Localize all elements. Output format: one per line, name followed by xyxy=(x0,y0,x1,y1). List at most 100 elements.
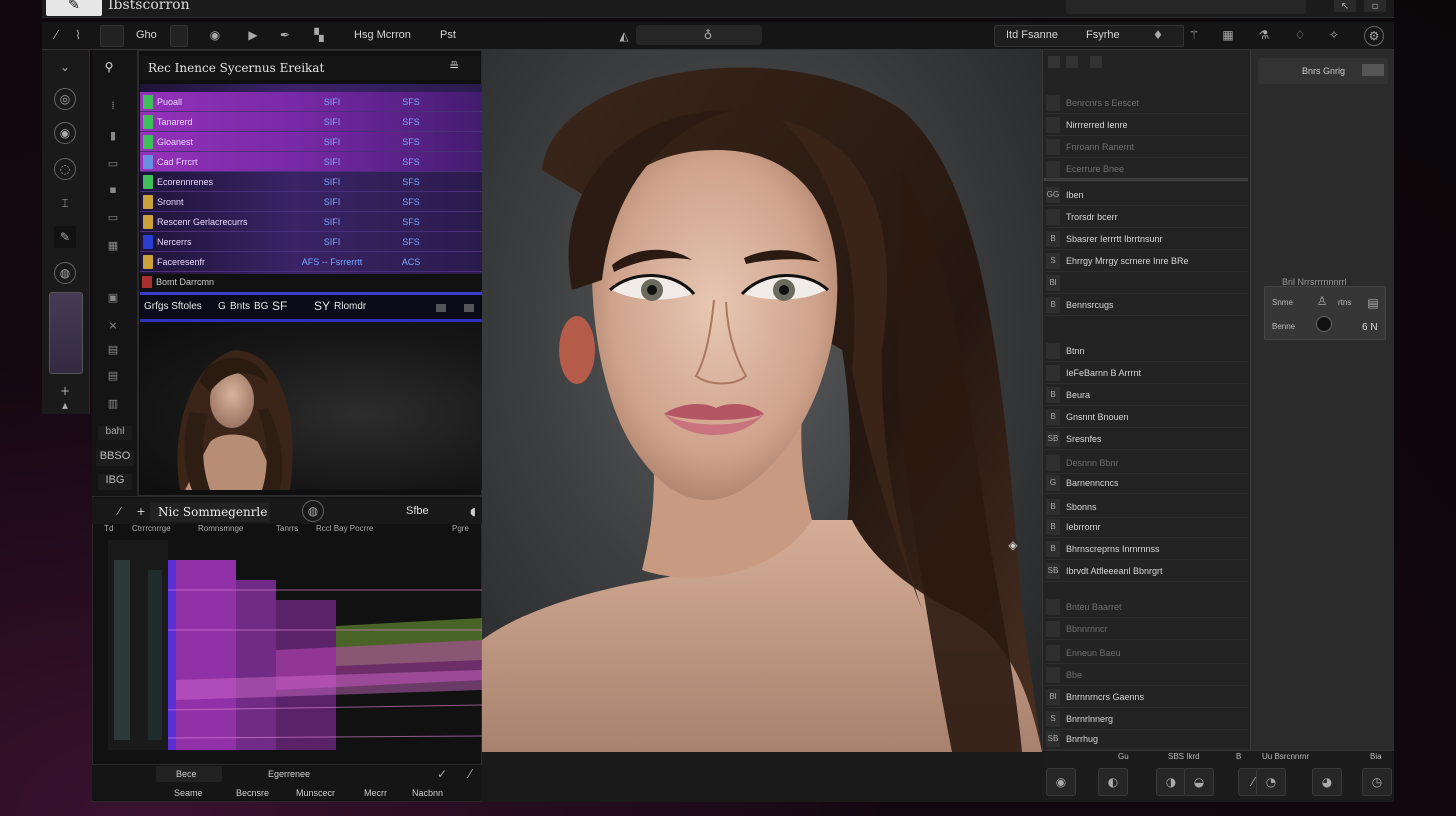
property-row[interactable]: SB Bnrrhug xyxy=(1046,728,1248,750)
property-row[interactable]: IeFeBarnn B Arrrnt xyxy=(1046,362,1248,384)
layers-icon[interactable]: ▦ xyxy=(1218,26,1238,44)
more-tools-icon[interactable]: ▴ xyxy=(54,398,76,412)
link-icon[interactable]: ◑ xyxy=(1156,768,1186,796)
layer-row[interactable]: Gloanest SIFI SFS xyxy=(140,132,482,152)
selection-bar-square-icon[interactable] xyxy=(436,304,446,312)
trash-icon[interactable]: ◕ xyxy=(1312,768,1342,796)
layer-row[interactable]: Nercerrs SIFI SFS xyxy=(140,232,482,252)
close-icon[interactable]: ▫ xyxy=(1364,0,1386,12)
props-square2-icon[interactable] xyxy=(1066,56,1078,68)
brush-tool-icon[interactable]: ✎ xyxy=(54,226,76,248)
property-row[interactable]: GG Iben xyxy=(1046,184,1248,206)
mask-icon[interactable]: ◐ xyxy=(1098,768,1128,796)
toolbar-square-button[interactable] xyxy=(170,25,188,47)
drop2-icon[interactable]: ♢ xyxy=(1292,26,1308,44)
fx-icon[interactable]: ◒ xyxy=(1184,768,1214,796)
property-row[interactable]: Bl xyxy=(1046,272,1248,294)
strip-frame3-icon[interactable]: ▥ xyxy=(104,396,122,410)
color-swatch[interactable] xyxy=(49,292,83,374)
globe-icon[interactable]: ◉ xyxy=(206,26,224,44)
property-row[interactable]: S Ehrrgy Mrrgy scrnere Inre BRe xyxy=(1046,250,1248,272)
minimize-icon[interactable]: ↖ xyxy=(1334,0,1356,12)
property-row[interactable]: Bnteu Baarret xyxy=(1046,596,1248,618)
property-row[interactable]: B Bennsrcugs xyxy=(1046,294,1248,316)
property-row[interactable]: G Barnenncncs xyxy=(1046,472,1248,494)
adjustments-card-menu-icon[interactable]: ▤ xyxy=(1366,296,1380,310)
move-tool-icon[interactable]: ⌶ xyxy=(54,192,76,214)
curves-graph[interactable] xyxy=(108,540,483,750)
add-icon[interactable]: + xyxy=(132,502,150,520)
strip-frame2-icon[interactable]: ▤ xyxy=(104,368,122,382)
property-row[interactable]: Bbnnrnncr xyxy=(1046,618,1248,640)
layer-row[interactable]: Rescenr Gerlacrecurrs SIFI SFS xyxy=(140,212,482,232)
property-row[interactable]: SB Ibrvdt Atfleeeanl Bbnrgrt xyxy=(1046,560,1248,582)
ellipse-tool-icon[interactable]: ◎ xyxy=(54,88,76,110)
adjustments-top-button[interactable] xyxy=(1362,64,1384,76)
property-row[interactable]: Desnnn Bbnr xyxy=(1046,452,1248,474)
toolbar-label-pst[interactable]: Pst xyxy=(440,29,456,41)
pin-icon[interactable]: ⌇ xyxy=(70,26,86,44)
canvas-marker-icon[interactable]: ◈ xyxy=(1004,536,1022,554)
property-row[interactable]: Enneun Baeu xyxy=(1046,642,1248,664)
property-row[interactable]: Btnn xyxy=(1046,340,1248,362)
strip-bar-icon[interactable]: ▮ xyxy=(104,128,122,142)
property-row[interactable]: Trorsdr bcerr xyxy=(1046,206,1248,228)
layers-menu-icon[interactable]: ≞ xyxy=(442,58,466,74)
check-icon[interactable]: ✓ xyxy=(434,766,450,782)
toolbar-label-gho[interactable]: Gho xyxy=(136,29,157,41)
property-row[interactable]: B Sbonns xyxy=(1046,496,1248,518)
layer-row[interactable]: Puoall SIFI SFS xyxy=(140,92,482,112)
strip-mark-icon[interactable]: ⁞ xyxy=(104,98,122,112)
property-row[interactable]: Bl Bnrnnrncrs Gaenns xyxy=(1046,686,1248,708)
toolbar-toggle-button[interactable] xyxy=(100,25,124,47)
selection-bar-square2-icon[interactable] xyxy=(464,304,474,312)
record-icon[interactable]: ◉ xyxy=(1046,768,1076,796)
layer-row[interactable]: Cad Frrcrt SIFI SFS xyxy=(140,152,482,172)
property-row[interactable]: B Sbasrer Ierrrtt Ibrrtnsunr xyxy=(1046,228,1248,250)
zoom-icon[interactable]: ⚲ xyxy=(100,58,118,76)
group-icon[interactable]: ▚ xyxy=(310,26,328,44)
property-row[interactable]: B Gnsnnt Bnouen xyxy=(1046,406,1248,428)
property-row[interactable]: S Bnrnrlnnerg xyxy=(1046,708,1248,730)
property-row[interactable]: B Beura xyxy=(1046,384,1248,406)
brush-tool-icon[interactable]: ⁄ xyxy=(48,26,64,44)
toolbar-label-fsanne[interactable]: Itd Fsanne xyxy=(1006,29,1058,41)
strip-rect-icon[interactable]: ▭ xyxy=(104,210,122,224)
title-search-field[interactable] xyxy=(1066,0,1306,14)
wand-small-icon[interactable]: ⁄ xyxy=(462,766,478,782)
property-row[interactable]: B Bhrnscreprns Inrnrnnss xyxy=(1046,538,1248,560)
palette-icon[interactable]: ◔ xyxy=(1256,768,1286,796)
property-row[interactable]: B Iebrrornr xyxy=(1046,516,1248,538)
property-row[interactable]: Nirrrerred Ienre xyxy=(1046,114,1248,136)
clock-icon[interactable]: ◷ xyxy=(1362,768,1392,796)
property-row[interactable]: Ecerrure Bnee xyxy=(1046,158,1248,180)
layer-row[interactable]: Faceresenfr AFS -- Fsrrerrtt ACS xyxy=(140,252,482,272)
curves-footer-bece[interactable]: Bece xyxy=(176,769,197,779)
props-square-icon[interactable] xyxy=(1048,56,1060,68)
adjustments-knob-icon[interactable] xyxy=(1316,316,1332,332)
back-icon[interactable]: ⁄ xyxy=(110,502,128,520)
strip-box-icon[interactable]: ▣ xyxy=(104,290,122,304)
settings-icon[interactable]: ⚙ xyxy=(1364,26,1384,46)
toolbar-center-slider[interactable] xyxy=(636,25,762,45)
collapse-icon[interactable]: ⌄ xyxy=(54,56,76,78)
target-tool-icon[interactable]: ◉ xyxy=(54,122,76,144)
curves-end-icon[interactable]: ◖ xyxy=(466,502,480,520)
curves-knob-icon[interactable]: ◍ xyxy=(302,500,324,522)
pen-tool-icon[interactable]: ✒ xyxy=(276,26,294,44)
curves-footer-egerrenee[interactable]: Egerrenee xyxy=(268,769,310,779)
sparkle-icon[interactable]: ✧ xyxy=(1326,26,1342,44)
zoom-tool-icon[interactable]: ◍ xyxy=(54,262,76,284)
toolbar-label-menu[interactable]: Hsg Mcrron xyxy=(354,29,411,41)
strip-dash-icon[interactable]: ▭ xyxy=(104,156,122,170)
strip-dot-icon[interactable]: ▪ xyxy=(104,182,122,196)
strip-grid-icon[interactable]: ▦ xyxy=(104,238,122,252)
play-icon[interactable]: ▶ xyxy=(244,26,262,44)
toolbar-label-fsyrhe[interactable]: Fsyrhe xyxy=(1086,29,1120,41)
strip-x-icon[interactable]: ⨯ xyxy=(104,318,122,332)
property-row[interactable]: Benrcnrs s Eescet xyxy=(1046,92,1248,114)
property-row[interactable]: Fnroann Ranernt xyxy=(1046,136,1248,158)
layer-row[interactable]: Ecorennrenes SIFI SFS xyxy=(140,172,482,192)
layer-row[interactable]: Tanarerd SIFI SFS xyxy=(140,112,482,132)
drop-icon[interactable]: ♦ xyxy=(1150,26,1166,44)
